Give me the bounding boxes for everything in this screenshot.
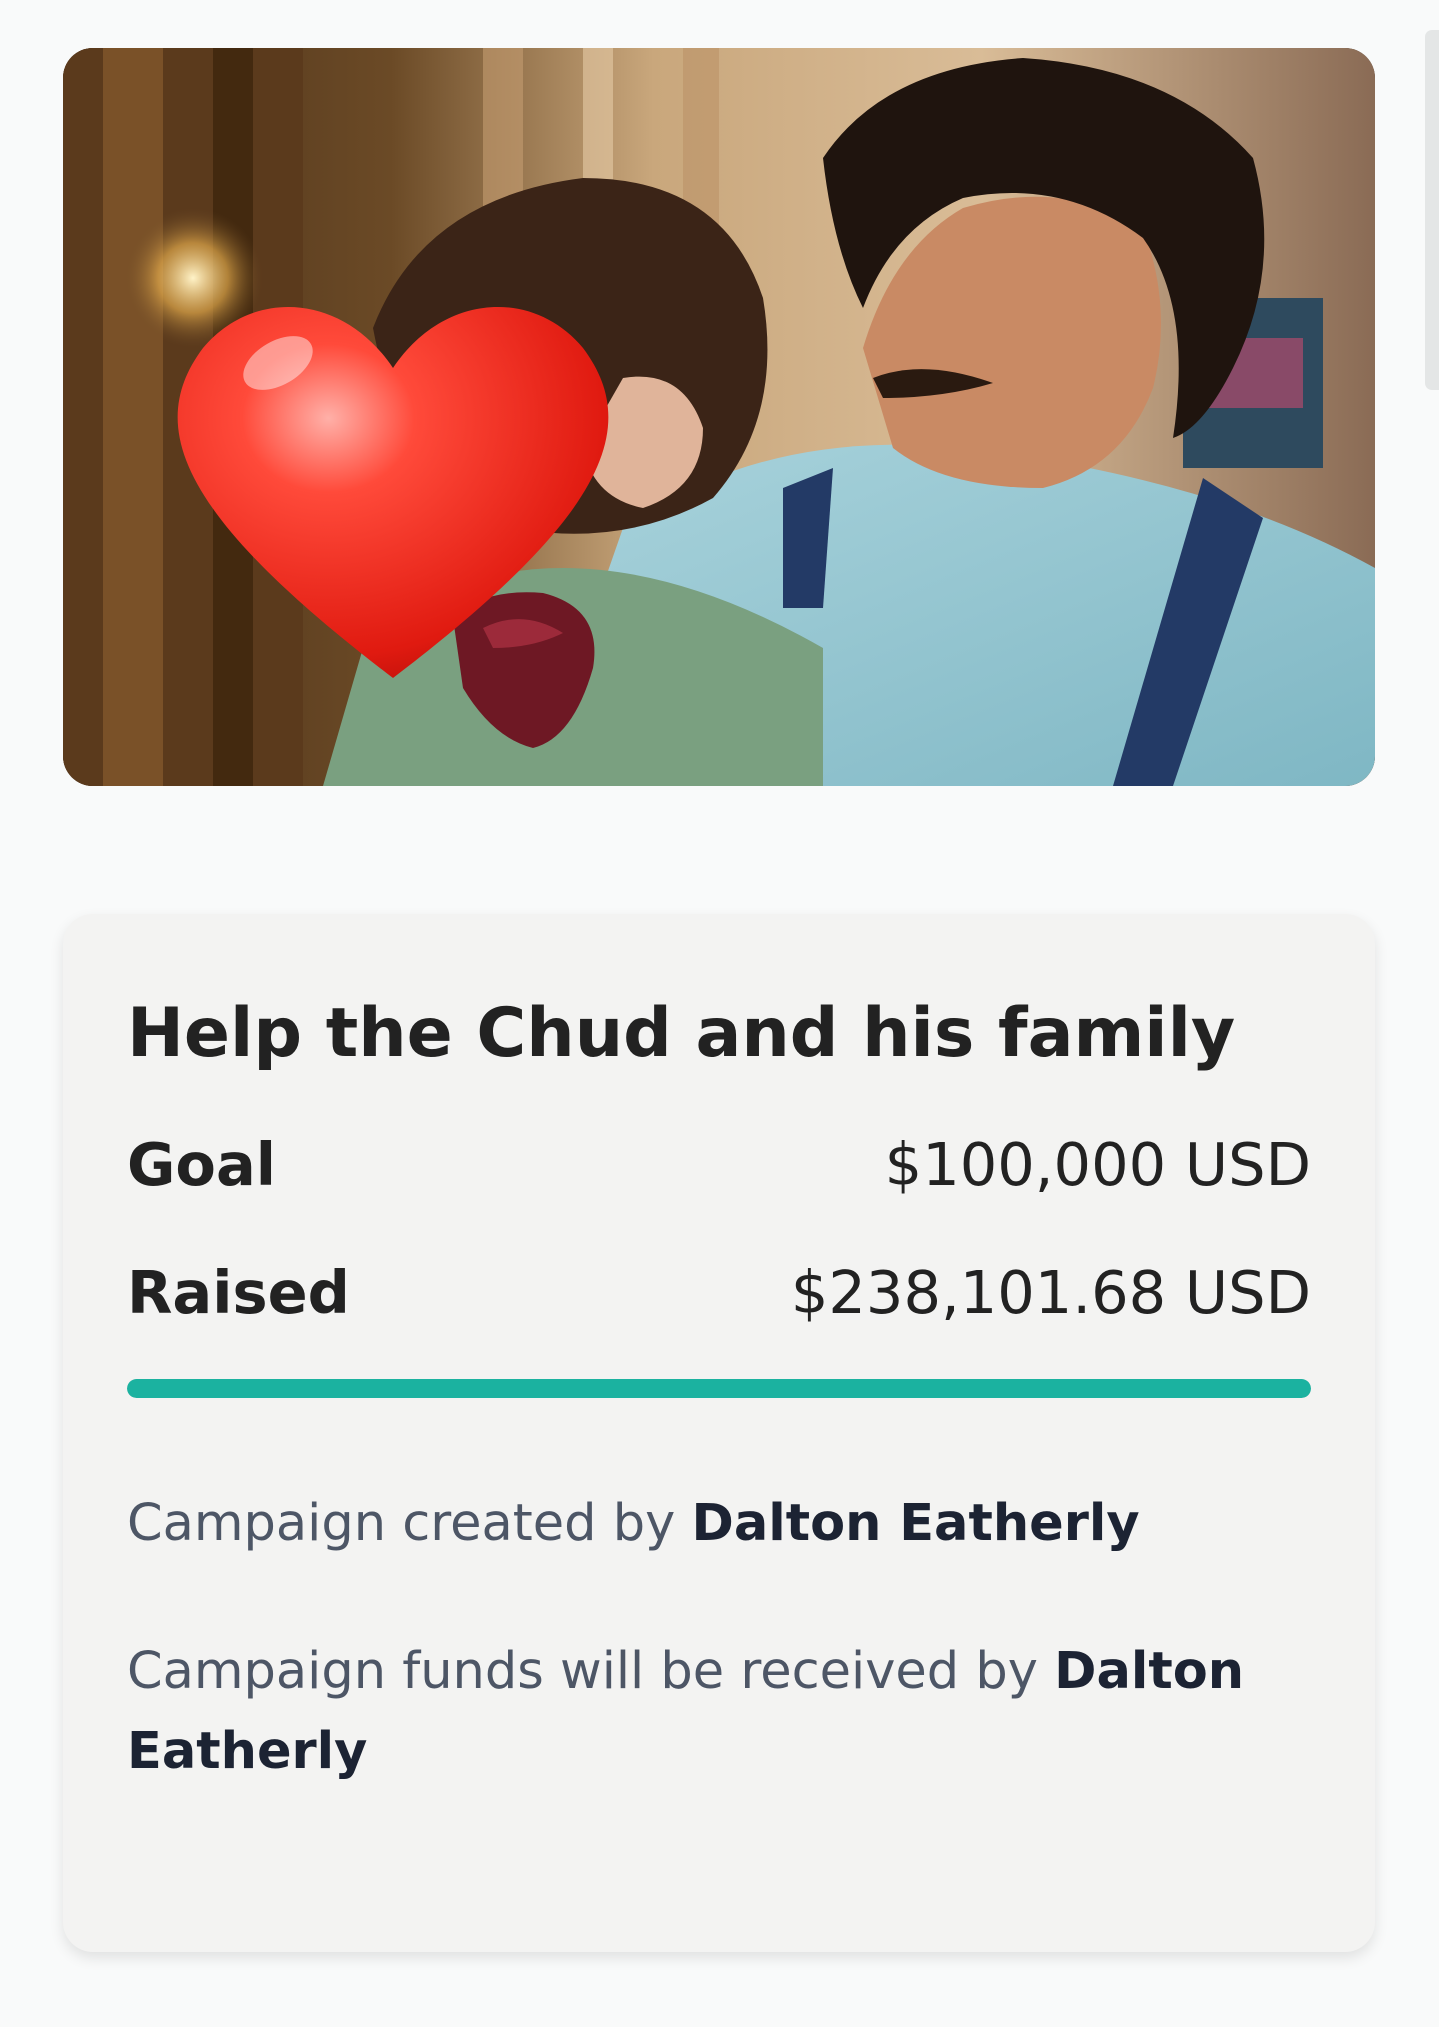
goal-label: Goal <box>127 1130 276 1199</box>
campaign-photo <box>63 48 1375 786</box>
progress-fill <box>127 1379 1311 1398</box>
created-by-text: Campaign created by Dalton Eatherly <box>127 1484 1311 1564</box>
goal-row: Goal $100,000 USD <box>127 1130 1311 1199</box>
raised-label: Raised <box>127 1258 350 1327</box>
campaign-title: Help the Chud and his family <box>127 994 1236 1073</box>
received-by-prefix: Campaign funds will be received by <box>127 1642 1038 1701</box>
scrollbar[interactable] <box>1425 30 1439 390</box>
goal-value: $100,000 USD <box>884 1130 1311 1199</box>
campaign-summary-card: Help the Chud and his family Goal $100,0… <box>63 914 1375 1952</box>
progress-bar <box>127 1379 1311 1398</box>
raised-value: $238,101.68 USD <box>790 1258 1311 1327</box>
created-by-prefix: Campaign created by <box>127 1494 676 1553</box>
raised-row: Raised $238,101.68 USD <box>127 1258 1311 1327</box>
received-by-text: Campaign funds will be received by Dalto… <box>127 1632 1311 1792</box>
creator-name[interactable]: Dalton Eatherly <box>692 1494 1140 1553</box>
